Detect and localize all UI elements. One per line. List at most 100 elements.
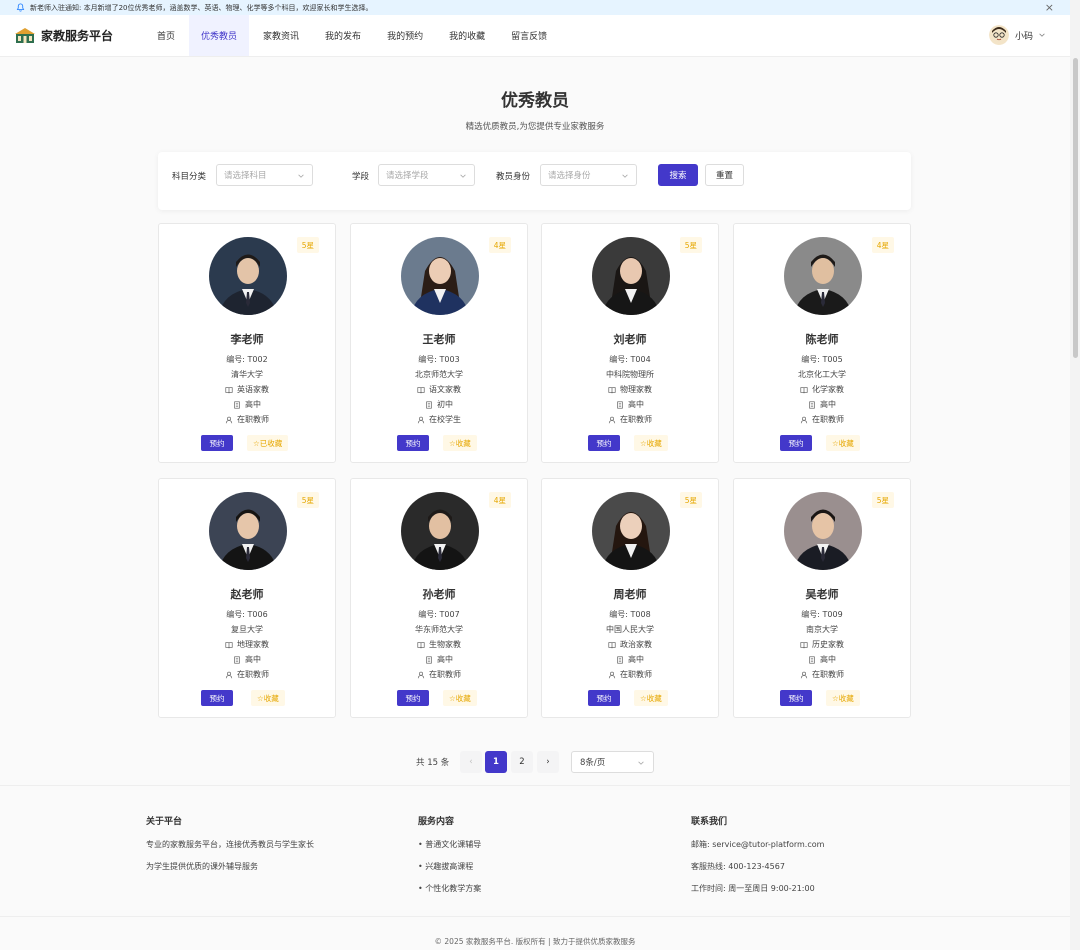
teacher-card[interactable]: 5星 赵老师 编号: T006 复旦大学 地理家教 高中 在职教师 预约 ☆收藏: [158, 478, 336, 718]
close-icon[interactable]: ×: [1045, 1, 1054, 14]
chevron-down-icon: [622, 174, 628, 178]
teacher-school-text: 北京化工大学: [798, 370, 846, 379]
reset-button[interactable]: 重置: [705, 164, 744, 186]
chevron-down-icon: [1039, 33, 1045, 37]
next-page-button[interactable]: ›: [537, 751, 559, 773]
rating-badge: 5星: [679, 492, 702, 508]
stage-placeholder: 请选择学段: [386, 171, 429, 181]
scrollbar-thumb[interactable]: [1073, 58, 1078, 358]
chevron-down-icon: [460, 174, 466, 178]
nav-item-news[interactable]: 家教资讯: [251, 15, 311, 56]
teacher-code-text: 编号: T006: [226, 610, 268, 619]
user-menu[interactable]: 小码: [988, 25, 1046, 45]
teacher-identity: 在职教师: [542, 414, 718, 425]
teacher-school-text: 清华大学: [231, 370, 263, 379]
teacher-subject-text: 英语家教: [237, 385, 269, 394]
user-icon: [800, 671, 808, 678]
book-button[interactable]: 预约: [397, 690, 429, 706]
favorite-button[interactable]: ☆收藏: [826, 690, 860, 706]
nav-item-my-bookings[interactable]: 我的预约: [375, 15, 435, 56]
teacher-school-text: 中国人民大学: [606, 625, 654, 634]
brand[interactable]: 家教服务平台: [15, 27, 165, 44]
building-icon: [426, 400, 432, 409]
brand-name: 家教服务平台: [41, 29, 114, 43]
book-icon: [800, 641, 808, 648]
favorite-button[interactable]: ☆收藏: [634, 435, 668, 451]
footer-contact: 联系我们 邮箱: service@tutor-platform.com 客服热线…: [691, 814, 824, 907]
teacher-card[interactable]: 5星 吴老师 编号: T009 南京大学 历史家教 高中 在职教师 预约 ☆收藏: [733, 478, 911, 718]
teacher-name: 王老师: [422, 333, 456, 346]
scrollbar[interactable]: [1070, 0, 1080, 950]
footer-contact-hours: 工作时间: 周一至周日 9:00-21:00: [691, 884, 815, 893]
nav-item-my-favorites[interactable]: 我的收藏: [437, 15, 497, 56]
book-button[interactable]: 预约: [780, 690, 812, 706]
subject-placeholder: 请选择科目: [224, 171, 267, 181]
footer: 关于平台 专业的家教服务平台，连接优秀教员与学生家长 为学生提供优质的课外辅导服…: [0, 785, 1070, 950]
teacher-code: 编号: T002: [159, 354, 335, 365]
teacher-card[interactable]: 4星 陈老师 编号: T005 北京化工大学 化学家教 高中 在职教师 预约 ☆…: [733, 223, 911, 463]
footer-contact-title: 联系我们: [691, 817, 728, 827]
book-button[interactable]: 预约: [780, 435, 812, 451]
nav-item-my-posts[interactable]: 我的发布: [313, 15, 373, 56]
teacher-subject-text: 化学家教: [812, 385, 844, 394]
favorite-button[interactable]: ☆收藏: [826, 435, 860, 451]
book-button[interactable]: 预约: [201, 435, 233, 451]
teacher-school-text: 华东师范大学: [415, 625, 463, 634]
user-icon: [608, 671, 616, 678]
teacher-card[interactable]: 5星 李老师 编号: T002 清华大学 英语家教 高中 在职教师 预约 ☆已收…: [158, 223, 336, 463]
favorite-button[interactable]: ☆收藏: [634, 690, 668, 706]
search-button[interactable]: 搜索: [658, 164, 698, 186]
nav-item-teachers[interactable]: 优秀教员: [189, 15, 250, 56]
nav-item-feedback[interactable]: 留言反馈: [499, 15, 559, 56]
favorite-button[interactable]: ☆收藏: [443, 690, 477, 706]
book-button[interactable]: 预约: [588, 690, 620, 706]
teacher-stage: 高中: [734, 399, 910, 410]
user-icon: [225, 416, 233, 423]
teacher-identity-text: 在职教师: [237, 670, 269, 679]
teacher-subject: 语文家教: [351, 384, 527, 395]
page-2-button[interactable]: 2: [511, 751, 533, 773]
teacher-school: 华东师范大学: [351, 624, 527, 635]
rating-badge: 5星: [296, 237, 319, 253]
favorite-button[interactable]: ☆已收藏: [247, 435, 289, 451]
teacher-code-text: 编号: T003: [418, 355, 460, 364]
teacher-code: 编号: T008: [542, 609, 718, 620]
book-button[interactable]: 预约: [201, 690, 233, 706]
footer-services: 服务内容 • 普通文化课辅导 • 兴趣拔高课程 • 个性化教学方案: [418, 814, 481, 907]
copyright: © 2025 家教服务平台. 版权所有 | 致力于提供优质家教服务: [434, 937, 636, 946]
footer-about: 关于平台 专业的家教服务平台，连接优秀教员与学生家长 为学生提供优质的课外辅导服…: [146, 814, 314, 885]
teacher-card[interactable]: 4星 孙老师 编号: T007 华东师范大学 生物家教 高中 在职教师 预约 ☆…: [350, 478, 528, 718]
book-button[interactable]: 预约: [588, 435, 620, 451]
book-icon: [608, 386, 616, 393]
teacher-stage: 高中: [542, 399, 718, 410]
teacher-card[interactable]: 5星 周老师 编号: T008 中国人民大学 政治家教 高中 在职教师 预约 ☆…: [541, 478, 719, 718]
teacher-code-text: 编号: T004: [609, 355, 651, 364]
page-size-select[interactable]: 8条/页: [571, 751, 654, 773]
teacher-photo: [592, 492, 670, 570]
rating-badge: 5星: [871, 492, 894, 508]
teacher-card[interactable]: 4星 王老师 编号: T003 北京师范大学 语文家教 初中 在校学生 预约 ☆…: [350, 223, 528, 463]
stage-select[interactable]: 请选择学段: [378, 164, 475, 186]
user-icon: [417, 416, 425, 423]
teacher-name: 陈老师: [805, 333, 839, 346]
teacher-card[interactable]: 5星 刘老师 编号: T004 中科院物理所 物理家教 高中 在职教师 预约 ☆…: [541, 223, 719, 463]
nav-item-home[interactable]: 首页: [145, 15, 187, 56]
teacher-code-text: 编号: T008: [609, 610, 651, 619]
building-icon: [234, 655, 240, 664]
teacher-subject: 历史家教: [734, 639, 910, 650]
favorite-button[interactable]: ☆收藏: [251, 690, 285, 706]
teacher-identity-text: 在职教师: [620, 415, 652, 424]
footer-services-title: 服务内容: [418, 817, 455, 827]
teacher-code: 编号: T009: [734, 609, 910, 620]
prev-page-button[interactable]: ‹: [460, 751, 482, 773]
favorite-button[interactable]: ☆收藏: [443, 435, 477, 451]
teacher-subject: 地理家教: [159, 639, 335, 650]
teacher-identity-text: 在职教师: [237, 415, 269, 424]
book-button[interactable]: 预约: [397, 435, 429, 451]
identity-select[interactable]: 请选择身份: [540, 164, 637, 186]
subject-select[interactable]: 请选择科目: [216, 164, 313, 186]
page-1-button[interactable]: 1: [485, 751, 507, 773]
teacher-stage-text: 高中: [245, 655, 261, 664]
pagination: 共 15 条 ‹ 1 2 › 8条/页: [0, 751, 1070, 773]
teacher-identity-text: 在职教师: [812, 415, 844, 424]
